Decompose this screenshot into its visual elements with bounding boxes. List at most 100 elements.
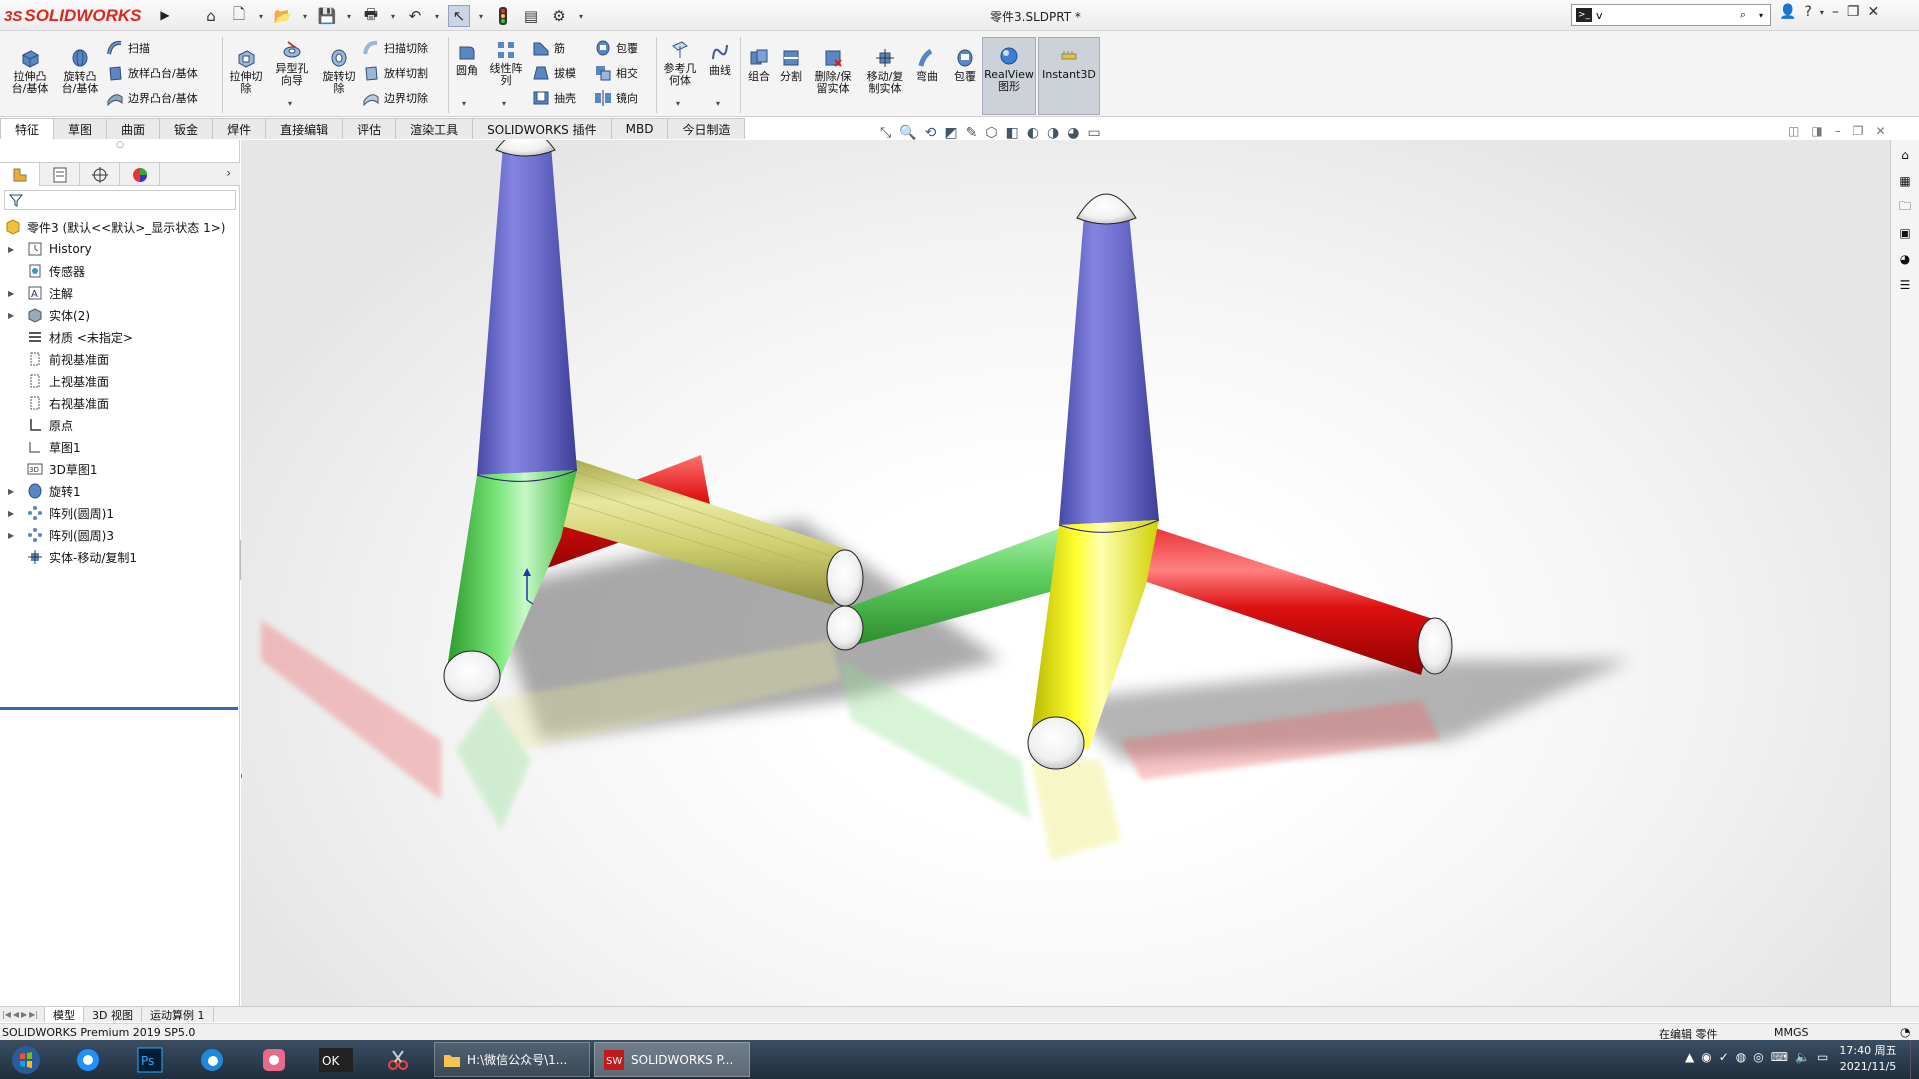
select-pointer-icon[interactable]: ↖ bbox=[448, 5, 470, 27]
bottom-tab-0[interactable]: 模型 bbox=[44, 1007, 85, 1022]
solidworks-logo[interactable]: 3S SOLIDWORKS bbox=[4, 3, 154, 29]
configuration-manager-tab-icon[interactable] bbox=[80, 163, 120, 186]
solidworks-resources-icon[interactable]: ⌂ bbox=[1894, 144, 1916, 166]
bottom-tab-1[interactable]: 3D 视图 bbox=[83, 1007, 142, 1022]
restore-icon[interactable]: ❐ bbox=[1847, 4, 1860, 20]
expand-arrow-icon[interactable]: ▶ bbox=[8, 245, 16, 254]
tab-1[interactable]: 草图 bbox=[53, 118, 108, 139]
tray-shield-icon[interactable]: ✓ bbox=[1719, 1050, 1729, 1064]
swept-cut-button[interactable]: 扫描切除 bbox=[362, 39, 428, 57]
lofted-cut-button[interactable]: 放样切割 bbox=[362, 64, 428, 82]
expand-arrow-icon[interactable]: ▶ bbox=[8, 531, 16, 540]
tree-item[interactable]: ▶ 阵列(圆周)1 bbox=[0, 502, 240, 524]
custom-properties-icon[interactable]: ☰ bbox=[1894, 274, 1916, 296]
extrude-boss-button[interactable]: 拉伸凸 台/基体 bbox=[8, 47, 52, 95]
tree-item[interactable]: 原点 bbox=[0, 414, 240, 436]
menu-expand-arrow-icon[interactable]: ▶ bbox=[158, 6, 172, 24]
search-input[interactable] bbox=[1596, 8, 1734, 22]
tree-item[interactable]: 传感器 bbox=[0, 260, 240, 282]
move-copy-body-button[interactable]: 移动/复 制实体 bbox=[862, 47, 908, 95]
tray-expand-icon[interactable]: ▲ bbox=[1685, 1050, 1694, 1064]
tree-item[interactable]: ▶ 实体(2) bbox=[0, 304, 240, 326]
section-view-icon[interactable]: ◩ bbox=[944, 125, 957, 141]
tab-4[interactable]: 焊件 bbox=[212, 118, 267, 139]
tree-item[interactable]: 前视基准面 bbox=[0, 348, 240, 370]
bottom-tab-2[interactable]: 运动算例 1 bbox=[141, 1007, 214, 1022]
tray-network-icon[interactable]: ▭ bbox=[1817, 1050, 1828, 1064]
photos-app-icon[interactable] bbox=[62, 1042, 114, 1077]
search-commands-box[interactable]: >_ ⌕ ▾ bbox=[1571, 4, 1771, 26]
tree-item[interactable]: ▶ 阵列(圆周)3 bbox=[0, 524, 240, 546]
tree-item[interactable]: 右视基准面 bbox=[0, 392, 240, 414]
right-green-cap[interactable] bbox=[826, 605, 864, 651]
right-red-cap[interactable] bbox=[1417, 617, 1453, 675]
snipping-tool-icon[interactable] bbox=[372, 1042, 424, 1077]
file-properties-icon[interactable]: ▤ bbox=[520, 5, 542, 27]
curves-dropdown-icon[interactable]: ▾ bbox=[716, 99, 720, 108]
show-desktop-button[interactable] bbox=[1910, 1040, 1919, 1079]
user-account-icon[interactable]: 👤 bbox=[1779, 4, 1796, 20]
tree-item[interactable]: 实体-移动/复制1 bbox=[0, 546, 240, 568]
open-folder-icon[interactable]: 📂 bbox=[272, 5, 294, 27]
print-icon[interactable]: 🖶 bbox=[360, 5, 382, 27]
tree-root-part[interactable]: 零件3 (默认<<默认>_显示状态 1>) bbox=[0, 216, 240, 238]
rollback-bar[interactable] bbox=[0, 707, 238, 710]
boundary-cut-button[interactable]: 边界切除 bbox=[362, 89, 428, 107]
home-icon[interactable]: ⌂ bbox=[200, 5, 222, 27]
select-dropdown-icon[interactable]: ▾ bbox=[476, 5, 486, 27]
draft-button[interactable]: 拔模 bbox=[532, 64, 576, 82]
viewport-restore-icon[interactable]: ❐ bbox=[1853, 124, 1864, 138]
tree-item[interactable]: 上视基准面 bbox=[0, 370, 240, 392]
print-dropdown-icon[interactable]: ▾ bbox=[388, 5, 398, 27]
viewport-close-icon[interactable]: ✕ bbox=[1875, 124, 1885, 138]
wrap-surface-button[interactable]: 包覆 bbox=[950, 47, 980, 83]
display-style-icon[interactable]: ◧ bbox=[1006, 125, 1019, 141]
reference-geometry-button[interactable]: 参考几 何体 bbox=[660, 39, 700, 87]
display-manager-tab-icon[interactable] bbox=[120, 163, 160, 186]
graphics-area[interactable]: Y Z bbox=[241, 140, 1890, 1006]
feature-manager-tab-icon[interactable] bbox=[0, 163, 40, 186]
search-dropdown-icon[interactable]: ▾ bbox=[1752, 11, 1770, 20]
expand-arrow-icon[interactable]: ▶ bbox=[8, 509, 16, 518]
view-orientation-icon[interactable]: ⬡ bbox=[985, 125, 997, 141]
hole-wizard-dropdown-icon[interactable]: ▾ bbox=[288, 99, 292, 108]
tab-7[interactable]: 渲染工具 bbox=[395, 118, 474, 139]
help-dropdown-icon[interactable]: ▾ bbox=[1820, 8, 1824, 17]
shell-button[interactable]: 抽壳 bbox=[532, 89, 576, 107]
reference-geometry-dropdown-icon[interactable]: ▾ bbox=[676, 99, 680, 108]
view-settings-icon[interactable]: ▭ bbox=[1087, 125, 1100, 141]
curves-button[interactable]: 曲线 bbox=[704, 41, 736, 77]
zoom-to-area-icon[interactable]: 🔍 bbox=[899, 125, 916, 141]
expand-arrow-icon[interactable]: ▶ bbox=[8, 487, 16, 496]
tab-2[interactable]: 曲面 bbox=[106, 118, 161, 139]
appearances-scenes-icon[interactable]: ◕ bbox=[1894, 248, 1916, 270]
intersect-button[interactable]: 相交 bbox=[594, 64, 638, 82]
save-dropdown-icon[interactable]: ▾ bbox=[344, 5, 354, 27]
delete-keep-body-button[interactable]: 删除/保 留实体 bbox=[810, 47, 856, 95]
property-manager-tab-icon[interactable] bbox=[40, 163, 80, 186]
new-document-icon[interactable]: 🗋 bbox=[228, 5, 250, 27]
3d-model-scene[interactable]: Y Z bbox=[241, 140, 1890, 1006]
previous-view-icon[interactable]: ⟲ bbox=[925, 125, 937, 141]
edit-appearance-icon[interactable]: ◑ bbox=[1047, 125, 1059, 141]
tray-app-icon[interactable]: ◉ bbox=[1701, 1050, 1711, 1064]
help-icon[interactable]: ? bbox=[1804, 4, 1811, 20]
boundary-boss-button[interactable]: 边界凸台/基体 bbox=[106, 89, 198, 107]
realview-graphics-button[interactable]: RealView 图形 bbox=[984, 45, 1034, 93]
taskbar-clock[interactable]: 17:40 周五 2021/11/5 bbox=[1833, 1043, 1903, 1075]
linear-pattern-button[interactable]: 线性阵 列 bbox=[486, 39, 526, 87]
right-blue-cap[interactable] bbox=[1076, 193, 1137, 225]
panel-more-arrow-icon[interactable]: › bbox=[226, 166, 231, 180]
viewport-minimize-icon[interactable]: – bbox=[1835, 124, 1841, 138]
right-blue-arm[interactable] bbox=[1059, 215, 1159, 525]
tab-8[interactable]: SOLIDWORKS 插件 bbox=[472, 118, 612, 139]
fillet-button[interactable]: 圆角 bbox=[452, 41, 482, 77]
dynamic-annotation-icon[interactable]: ✎ bbox=[966, 125, 978, 141]
left-blue-arm[interactable] bbox=[477, 145, 577, 475]
expand-arrow-icon[interactable]: ▶ bbox=[8, 289, 16, 298]
loft-boss-button[interactable]: 放样凸台/基体 bbox=[106, 64, 198, 82]
rebuild-traffic-light-icon[interactable] bbox=[492, 5, 514, 27]
right-yellow-cap[interactable] bbox=[1027, 716, 1085, 770]
panel-grip[interactable]: ○ bbox=[0, 140, 240, 152]
pattern-dropdown-icon[interactable]: ▾ bbox=[502, 99, 506, 108]
